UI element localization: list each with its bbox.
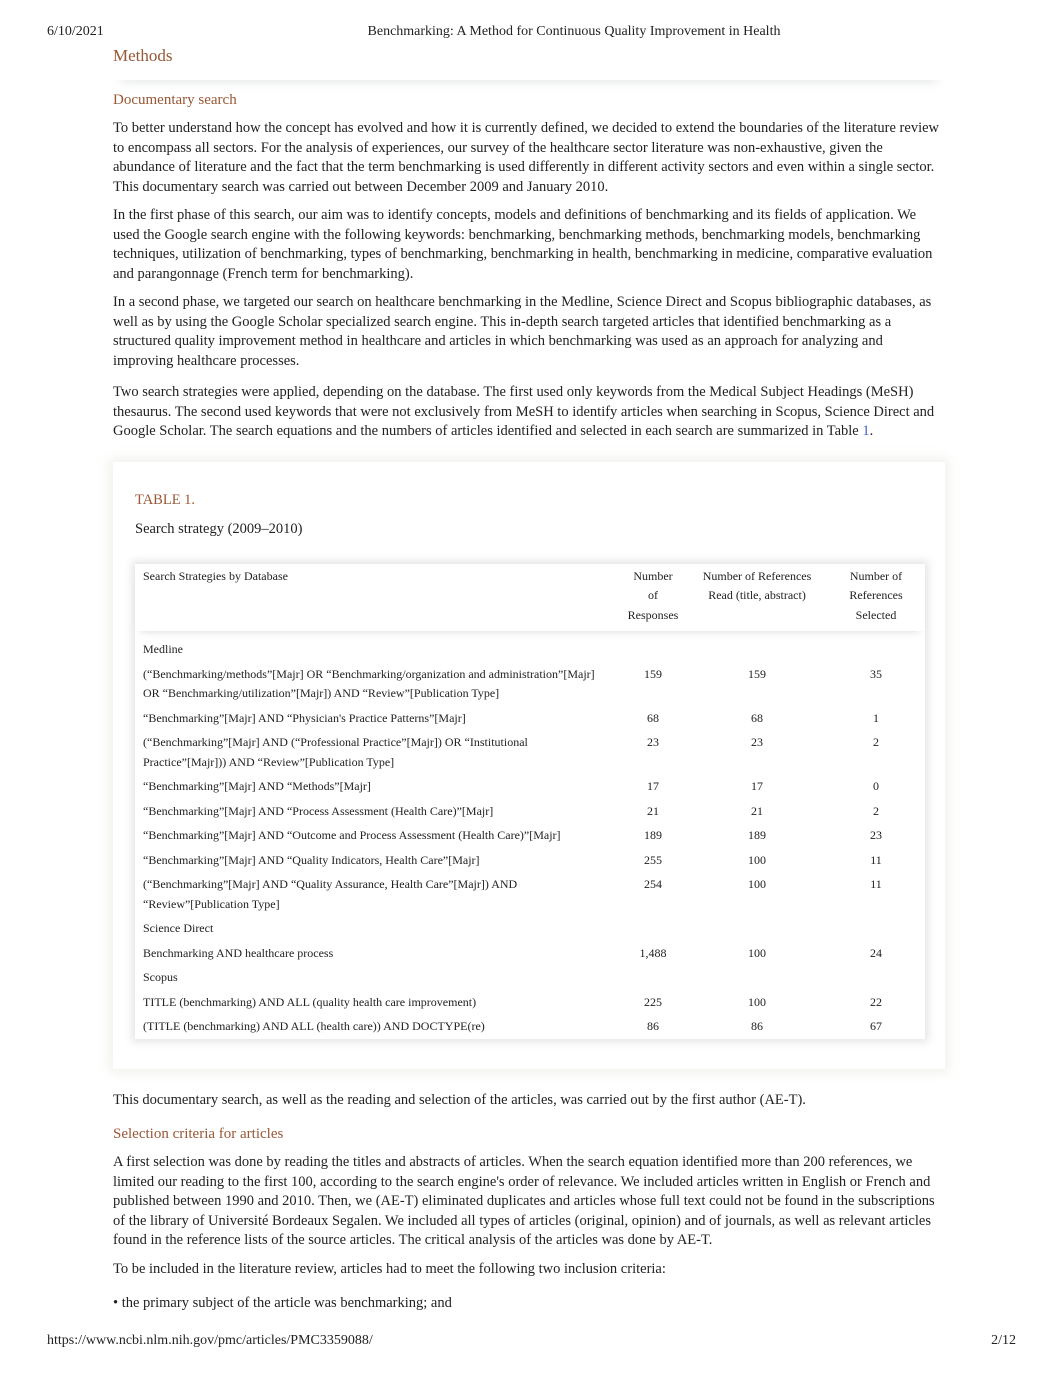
- count-cell: 11: [870, 852, 882, 867]
- count-cell: 23: [751, 735, 763, 749]
- count-cell: 68: [647, 710, 659, 725]
- search-equation: “Benchmarking”[Majr] AND “Physician's Pr…: [143, 710, 466, 725]
- count-cell: 2: [873, 803, 879, 818]
- table-row: Benchmarking AND healthcare process 1,488…: [135, 941, 925, 966]
- count-cell: 225: [644, 994, 662, 1009]
- print-url: https://www.ncbi.nlm.nih.gov/pmc/article…: [47, 1333, 373, 1348]
- search-equation: “Benchmarking”[Majr] AND “Outcome and Pr…: [143, 828, 561, 842]
- search-equation: “Benchmarking”[Majr] AND “Process Assess…: [143, 803, 494, 818]
- group-label: Scopus: [143, 970, 178, 984]
- column-header: Number of References Selected: [849, 568, 903, 622]
- count-cell: 22: [870, 994, 882, 1009]
- search-equation: TITLE (benchmarking) AND ALL (quality he…: [143, 994, 477, 1009]
- table-row: “Benchmarking”[Majr] AND “Outcome and Pr…: [135, 823, 925, 848]
- section-heading: Methods: [113, 46, 945, 80]
- table-link[interactable]: 1: [862, 423, 869, 439]
- table-label: TABLE 1.: [135, 491, 196, 508]
- article-content: Methods Documentary search To better und…: [113, 46, 945, 1323]
- count-cell: 11: [870, 877, 882, 891]
- search-equation: (“Benchmarking/methods”[Majr] OR “Benchm…: [143, 666, 595, 701]
- subsection-heading: Selection criteria for articles: [113, 1126, 284, 1142]
- count-cell: 1: [873, 710, 879, 725]
- search-equation: (“Benchmarking”[Majr] AND (“Professional…: [143, 735, 528, 769]
- count-cell: 35: [870, 666, 882, 681]
- table-row: “Benchmarking”[Majr] AND “Physician's Pr…: [135, 706, 925, 731]
- paragraph: In a second phase, we targeted our searc…: [113, 294, 932, 369]
- table-row: “Benchmarking”[Majr] AND “Quality Indica…: [135, 848, 925, 873]
- count-cell: 100: [748, 945, 766, 960]
- page-number: 2/12: [991, 1333, 1016, 1348]
- paragraph: In the first phase of this search, our a…: [113, 207, 933, 282]
- search-equation: Benchmarking AND healthcare process: [143, 945, 334, 960]
- count-cell: 24: [870, 945, 882, 960]
- count-cell: 159: [748, 666, 766, 681]
- count-cell: 1,488: [639, 945, 667, 960]
- count-cell: 0: [873, 779, 879, 793]
- table-box: TABLE 1. Search strategy (2009–2010) Sea…: [113, 462, 945, 1069]
- count-cell: 17: [647, 779, 659, 793]
- paragraph: A first selection was done by reading th…: [113, 1154, 935, 1248]
- search-equation: (“Benchmarking”[Majr] AND “Quality Assur…: [143, 877, 518, 911]
- count-cell: 68: [751, 710, 763, 725]
- table-row: (“Benchmarking”[Majr] AND “Quality Assur…: [135, 872, 925, 916]
- column-header: Number of References Read (title, abstra…: [702, 568, 812, 603]
- count-cell: 17: [751, 779, 763, 793]
- table-row: (TITLE (benchmarking) AND ALL (health ca…: [135, 1014, 925, 1039]
- count-cell: 159: [644, 666, 662, 681]
- search-equation: “Benchmarking”[Majr] AND “Methods”[Majr]: [143, 779, 371, 793]
- table-row: (“Benchmarking/methods”[Majr] OR “Benchm…: [135, 662, 925, 706]
- table-row: “Benchmarking”[Majr] AND “Methods”[Majr]…: [135, 774, 925, 799]
- table-row: “Benchmarking”[Majr] AND “Process Assess…: [135, 799, 925, 824]
- count-cell: 100: [748, 877, 766, 891]
- table-row: (“Benchmarking”[Majr] AND (“Professional…: [135, 730, 925, 774]
- count-cell: 2: [873, 735, 879, 749]
- paragraph: This documentary search, as well as the …: [113, 1091, 806, 1108]
- search-strategy-table: Search Strategies by Database Number of R…: [135, 564, 925, 1039]
- subsection-heading: Documentary search: [113, 92, 237, 108]
- table-group-row: Scopus: [135, 965, 925, 990]
- count-cell: 86: [751, 1019, 763, 1033]
- count-cell: 100: [748, 994, 766, 1009]
- table-caption: Search strategy (2009–2010): [135, 520, 303, 537]
- group-label: Science Direct: [143, 921, 214, 935]
- count-cell: 21: [647, 803, 659, 818]
- count-cell: 67: [870, 1019, 882, 1033]
- list-item: • the primary subject of the article was…: [113, 1295, 452, 1311]
- count-cell: 86: [647, 1019, 659, 1033]
- count-cell: 23: [647, 735, 659, 749]
- column-header: Number of Responses: [627, 568, 679, 622]
- count-cell: 254: [644, 877, 662, 891]
- count-cell: 255: [644, 852, 662, 867]
- count-cell: 21: [751, 803, 763, 818]
- column-header: Search Strategies by Database: [143, 568, 288, 583]
- table-group-row: Science Direct: [135, 916, 925, 941]
- search-equation: “Benchmarking”[Majr] AND “Quality Indica…: [143, 852, 480, 867]
- count-cell: 189: [748, 828, 766, 842]
- count-cell: 189: [644, 828, 662, 842]
- print-title: Benchmarking: A Method for Continuous Qu…: [367, 24, 781, 39]
- table-group-row: Medline: [135, 631, 925, 662]
- paragraph: To better understand how the concept has…: [113, 120, 940, 195]
- table-row: TITLE (benchmarking) AND ALL (quality he…: [135, 990, 925, 1015]
- paragraph: Two search strategies were applied, depe…: [113, 384, 935, 439]
- count-cell: 23: [870, 828, 882, 842]
- group-label: Medline: [143, 642, 183, 656]
- count-cell: 100: [748, 852, 766, 867]
- search-equation: (TITLE (benchmarking) AND ALL (health ca…: [143, 1019, 485, 1033]
- paragraph: To be included in the literature review,…: [113, 1260, 666, 1277]
